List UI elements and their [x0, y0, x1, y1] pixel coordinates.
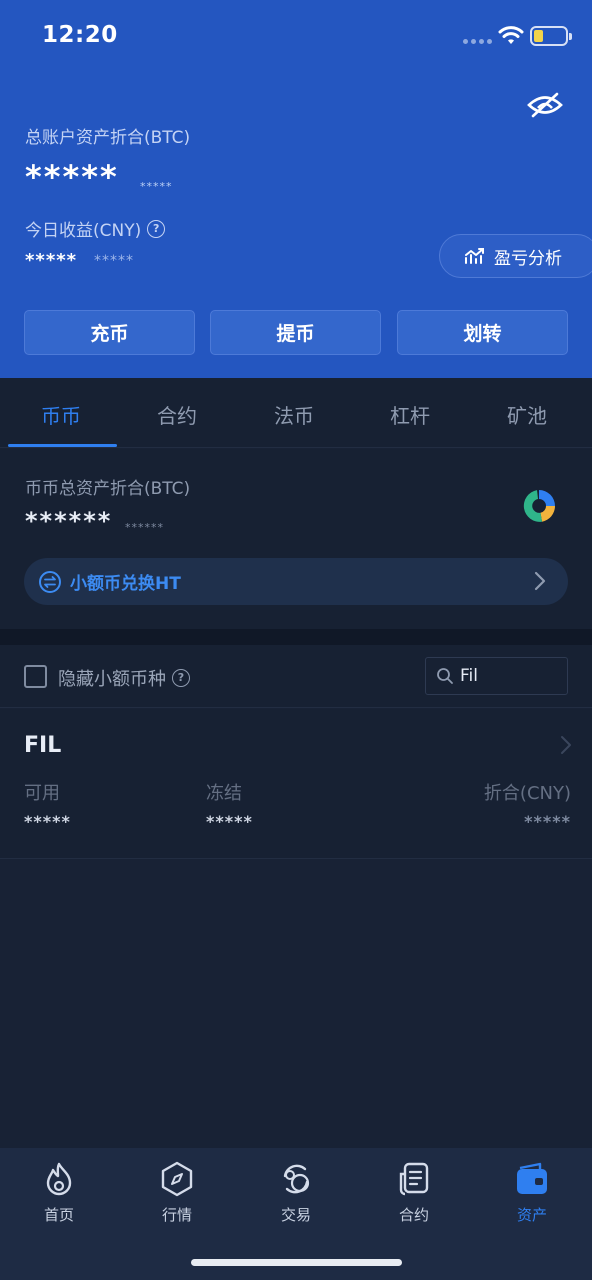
- nav-home-label: 首页: [43, 1206, 74, 1224]
- deposit-button[interactable]: 充币: [24, 310, 195, 355]
- transfer-button[interactable]: 划转: [397, 310, 568, 355]
- frozen-label: 冻结: [206, 783, 242, 804]
- today-profit-label-text: 今日收益(CNY): [25, 221, 142, 241]
- small-coin-exchange-button[interactable]: 小额币兑换HT: [24, 558, 568, 605]
- chevron-right-icon: [534, 571, 546, 591]
- asset-filter-row: 隐藏小额币种 ?: [0, 645, 592, 708]
- nav-trade-label: 交易: [280, 1206, 311, 1224]
- nav-home[interactable]: 首页: [19, 1160, 99, 1225]
- tab-fiat[interactable]: 法币: [274, 400, 314, 429]
- status-time: 12:20: [42, 22, 118, 48]
- today-profit-value: *****: [25, 250, 78, 271]
- home-indicator: [191, 1259, 402, 1266]
- cny-value-label: 折合(CNY): [483, 783, 571, 804]
- hide-small-coins-checkbox[interactable]: [24, 665, 47, 688]
- pnl-analysis-label: 盈亏分析: [494, 248, 562, 269]
- today-profit-label: 今日收益(CNY) ?: [25, 216, 166, 241]
- help-icon[interactable]: ?: [147, 219, 166, 238]
- chevron-right-icon: [561, 736, 571, 754]
- account-type-tabs: 币币 合约 法币 杠杆 矿池: [0, 378, 592, 448]
- pie-chart-icon[interactable]: [520, 487, 558, 525]
- exchange-icon: [39, 570, 61, 593]
- small-coin-exchange-label: 小额币兑换HT: [70, 574, 181, 594]
- wifi-icon: [498, 26, 524, 44]
- spot-total-label: 币币总资产折合(BTC): [25, 479, 191, 499]
- wallet-icon: [517, 1162, 547, 1194]
- tab-contract[interactable]: 合约: [157, 400, 197, 429]
- spot-total-sub-value: ******: [125, 521, 164, 534]
- spot-total-value: ******: [25, 507, 113, 535]
- search-icon: [437, 668, 453, 684]
- hide-small-coins-label: 隐藏小额币种: [58, 669, 166, 690]
- withdraw-button[interactable]: 提币: [210, 310, 381, 355]
- tab-margin[interactable]: 杠杆: [390, 400, 430, 429]
- total-assets-label: 总账户资产折合(BTC): [25, 128, 191, 148]
- cny-value: *****: [524, 812, 571, 831]
- nav-market-label: 行情: [161, 1206, 192, 1224]
- trade-exchange-icon: [283, 1164, 310, 1194]
- nav-trade[interactable]: 交易: [256, 1160, 336, 1225]
- nav-contract-label: 合约: [398, 1206, 429, 1224]
- active-tab-indicator: [8, 444, 117, 447]
- coin-name: FIL: [24, 733, 62, 758]
- frozen-value: *****: [206, 812, 253, 831]
- pnl-analysis-button[interactable]: 盈亏分析: [439, 234, 592, 278]
- spot-assets-section: 币币总资产折合(BTC) ****** ****** 小额币兑换HT: [0, 449, 592, 629]
- nav-assets-label: 资产: [516, 1206, 547, 1224]
- nav-market[interactable]: 行情: [137, 1160, 217, 1225]
- total-assets-value: *****: [25, 158, 119, 196]
- coin-asset-row[interactable]: FIL 可用 冻结 折合(CNY) ***** ***** *****: [0, 709, 592, 859]
- coin-search-input[interactable]: [460, 666, 560, 686]
- coin-search-box[interactable]: [425, 657, 568, 695]
- section-divider: [0, 629, 592, 645]
- available-value: *****: [24, 812, 71, 831]
- today-profit-sub-value: *****: [94, 253, 134, 269]
- total-assets-sub-value: *****: [140, 180, 173, 193]
- battery-icon: [530, 26, 572, 46]
- flame-icon: [46, 1162, 72, 1196]
- nav-contract[interactable]: 合约: [374, 1160, 454, 1225]
- trend-chart-icon: [465, 248, 484, 264]
- hide-small-coins-label-group: 隐藏小额币种 ?: [58, 665, 190, 691]
- cellular-signal-icon: [463, 39, 492, 44]
- available-label: 可用: [24, 783, 60, 804]
- nav-assets[interactable]: 资产: [492, 1160, 572, 1225]
- help-icon[interactable]: ?: [172, 669, 190, 687]
- tab-spot[interactable]: 币币: [41, 400, 81, 429]
- account-header: 12:20 总账户资产折合(BTC) ***** ***** 今日收益(CNY)…: [0, 0, 592, 378]
- compass-icon: [161, 1161, 193, 1197]
- tab-mining-pool[interactable]: 矿池: [507, 400, 547, 429]
- document-icon: [399, 1162, 429, 1196]
- eye-hidden-icon[interactable]: [526, 90, 564, 120]
